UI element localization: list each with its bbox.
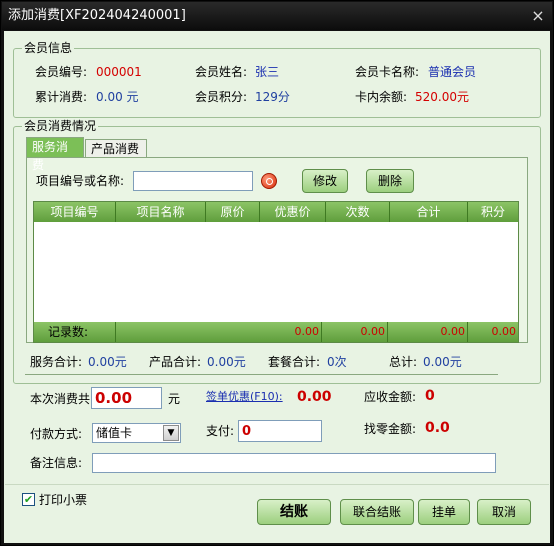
column-header[interactable]: 次数 [326, 202, 390, 222]
column-header[interactable]: 项目编号 [34, 202, 116, 222]
search-icon[interactable] [261, 173, 277, 189]
receivable-value: 0 [425, 388, 435, 404]
card-balance-value: 520.00元 [415, 90, 469, 104]
print-receipt-checkbox[interactable]: ✔ [22, 493, 35, 506]
total-consumption-label: 累计消费: [35, 90, 88, 104]
tab-service[interactable]: 服务消费 [26, 137, 84, 172]
pay-amount-label: 支付: [206, 424, 235, 438]
discount-link[interactable]: 签单优惠(F10): [206, 389, 283, 405]
card-balance-label: 卡内余额: [355, 90, 408, 104]
hold-order-button[interactable]: 挂单 [418, 499, 470, 525]
footer-total: 0.00 [388, 322, 468, 342]
this-consumption-unit: 元 [168, 392, 181, 406]
payment-method-value: 储值卡 [96, 426, 133, 440]
total-consumption-value: 0.00 元 [96, 90, 139, 104]
member-number-value: 000001 [96, 65, 142, 79]
change-label: 找零金额: [364, 422, 417, 436]
consumption-legend: 会员消费情况 [22, 119, 99, 133]
remark-input[interactable] [92, 453, 496, 473]
divider [5, 484, 549, 485]
dialog-window: 添加消费[XF202404240001] × 会员信息 会员编号: 000001… [0, 0, 554, 546]
remark-label: 备注信息: [30, 456, 83, 470]
cancel-button[interactable]: 取消 [477, 499, 531, 525]
chevron-down-icon[interactable]: ▼ [163, 425, 179, 441]
item-search-label: 项目编号或名称: [36, 174, 125, 188]
product-total-value: 0.00元 [207, 355, 246, 369]
pay-amount-input[interactable] [238, 420, 322, 442]
title-bar[interactable]: 添加消费[XF202404240001] × [2, 2, 552, 30]
grid-header: 项目编号 项目名称 原价 优惠价 次数 合计 积分 [34, 202, 518, 222]
column-header[interactable]: 项目名称 [116, 202, 206, 222]
member-info-group: 会员信息 [13, 41, 541, 118]
delete-button[interactable]: 删除 [366, 169, 414, 193]
member-points-value: 129分 [255, 90, 290, 104]
divider [25, 374, 498, 375]
this-consumption-input[interactable] [91, 387, 162, 409]
record-count-label: 记录数: [34, 322, 116, 342]
footer-total: 0.00 [491, 325, 517, 338]
member-number-label: 会员编号: [35, 65, 88, 79]
member-info-legend: 会员信息 [22, 41, 75, 55]
column-header[interactable]: 合计 [390, 202, 468, 222]
member-name-value: 张三 [255, 65, 280, 79]
discount-value: 0.00 [297, 389, 332, 405]
combined-checkout-button[interactable]: 联合结账 [340, 499, 414, 525]
footer-total: 0.00 [116, 322, 322, 342]
payment-method-label: 付款方式: [30, 427, 83, 441]
service-total-value: 0.00元 [88, 355, 127, 369]
tab-product[interactable]: 产品消费 [85, 139, 147, 157]
payment-method-select[interactable]: 储值卡 ▼ [92, 423, 181, 443]
receivable-label: 应收金额: [364, 390, 417, 404]
member-points-label: 会员积分: [195, 90, 248, 104]
package-total-value: 0次 [327, 355, 347, 369]
column-header[interactable]: 优惠价 [260, 202, 326, 222]
modify-button[interactable]: 修改 [302, 169, 348, 193]
member-card-label: 会员卡名称: [355, 65, 420, 79]
checkout-button[interactable]: 结账 [257, 499, 331, 525]
member-card-value: 普通会员 [428, 65, 477, 79]
column-header[interactable]: 原价 [206, 202, 260, 222]
grid-footer: 记录数: 0.00 0.00 0.00 0.00 [34, 322, 518, 342]
product-total-label: 产品合计: [149, 355, 202, 369]
column-header[interactable]: 积分 [468, 202, 518, 222]
grand-total-label: 总计: [389, 355, 418, 369]
window-title: 添加消费[XF202404240001] [8, 8, 186, 23]
this-consumption-label: 本次消费共 [30, 392, 91, 406]
close-icon[interactable]: × [530, 8, 546, 24]
service-total-label: 服务合计: [30, 355, 83, 369]
dialog-body: 会员信息 会员编号: 000001 会员姓名: 张三 会员卡名称: 普通会员 累… [4, 31, 550, 543]
footer-total: 0.00 [322, 322, 388, 342]
package-total-label: 套餐合计: [268, 355, 321, 369]
grand-total-value: 0.00元 [423, 355, 462, 369]
member-name-label: 会员姓名: [195, 65, 248, 79]
item-search-input[interactable] [133, 171, 253, 191]
change-value: 0.0 [425, 420, 450, 436]
print-receipt-label: 打印小票 [39, 493, 88, 507]
items-grid[interactable]: 项目编号 项目名称 原价 优惠价 次数 合计 积分 记录数: 0.00 0.00… [33, 201, 519, 343]
